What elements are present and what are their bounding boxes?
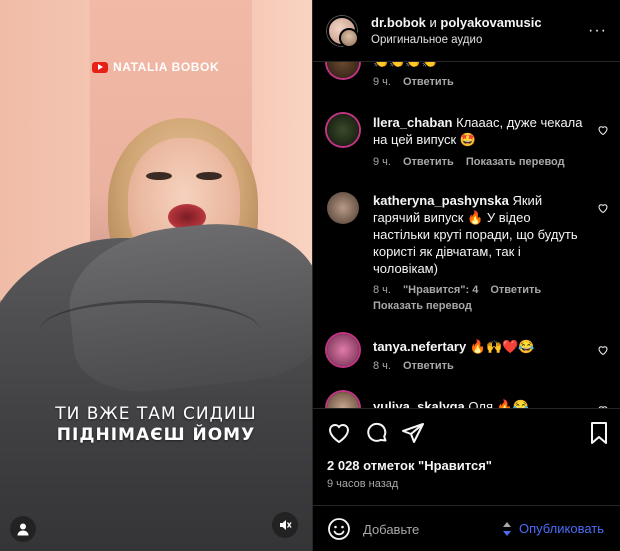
- comment-input[interactable]: [363, 518, 493, 540]
- comment-bubble-icon[interactable]: [365, 421, 389, 445]
- comment-meta: 8 ч. Ответить: [373, 360, 454, 372]
- like-comment-heart-icon[interactable]: [597, 344, 609, 356]
- reply-button[interactable]: Ответить: [403, 360, 454, 372]
- youtube-logo-icon: [92, 61, 108, 73]
- comment-meta-secondary: Показать перевод: [373, 300, 472, 312]
- comment-text: 👏👏👏👏: [373, 62, 585, 69]
- commenter-username[interactable]: yuliya_skalyga: [373, 399, 465, 408]
- video-person-eye: [196, 172, 222, 180]
- speaker-muted-icon: [280, 520, 292, 530]
- video-caption-line1: ТИ ВЖЕ ТАМ СИДИШ: [55, 404, 257, 424]
- like-comment-heart-icon[interactable]: [597, 202, 609, 214]
- comment-age: 9 ч.: [373, 156, 391, 168]
- publish-button[interactable]: Опубликовать: [519, 521, 604, 536]
- more-options-icon[interactable]: ···: [588, 22, 607, 40]
- comment-text: yuliya_skalyga Оля 🔥😂: [373, 398, 585, 408]
- save-bookmark-icon[interactable]: [587, 421, 611, 445]
- show-translation-button[interactable]: Показать перевод: [373, 300, 472, 312]
- commenter-avatar[interactable]: [327, 192, 359, 224]
- like-comment-heart-icon[interactable]: [597, 124, 609, 136]
- reply-button[interactable]: Ответить: [490, 284, 541, 296]
- comments-list[interactable]: 👏👏👏👏 9 ч. Ответить llera_chaban Клааас, …: [313, 62, 620, 408]
- reply-button[interactable]: Ответить: [403, 76, 454, 88]
- comment-age: 8 ч.: [373, 284, 391, 296]
- comment-content: Оля 🔥😂: [468, 399, 529, 408]
- comment-content: 🔥🙌❤️😂: [469, 339, 535, 354]
- reply-button[interactable]: Ответить: [403, 156, 454, 168]
- post-timestamp: 9 часов назад: [327, 478, 399, 490]
- mute-button[interactable]: [272, 512, 298, 538]
- comment-text: llera_chaban Клааас, дуже чекала на цей …: [373, 114, 585, 148]
- commenter-username[interactable]: llera_chaban: [373, 115, 453, 130]
- commenter-avatar[interactable]: [327, 62, 359, 78]
- comment-content: 👏👏👏👏: [373, 62, 438, 68]
- commenter-avatar[interactable]: [327, 114, 359, 146]
- comment-meta: 9 ч. Ответить: [373, 76, 454, 88]
- channel-watermark: NATALIA BOBOK: [92, 60, 219, 74]
- comment-meta: 9 ч. Ответить Показать перевод: [373, 156, 565, 168]
- comment-meta: 8 ч. "Нравится": 4 Ответить: [373, 284, 541, 296]
- comment-age: 9 ч.: [373, 76, 391, 88]
- post-authors: dr.bobok и polyakovamusic: [371, 15, 542, 30]
- commenter-avatar[interactable]: [327, 392, 359, 408]
- comment-text: katheryna_pashynska Який гарячий випуск …: [373, 192, 585, 277]
- comment-age: 8 ч.: [373, 360, 391, 372]
- tagged-users-button[interactable]: [10, 516, 36, 542]
- post-action-bar: [313, 408, 620, 456]
- video-jacket-fold: [40, 300, 260, 360]
- channel-watermark-text: NATALIA BOBOK: [113, 60, 220, 74]
- authors-conjunction: и: [429, 15, 437, 30]
- comment-composer: Опубликовать: [313, 505, 620, 551]
- commenter-username[interactable]: tanya.nefertary: [373, 339, 466, 354]
- video-person-eye: [146, 172, 172, 180]
- commenter-avatar[interactable]: [327, 334, 359, 366]
- author-username[interactable]: dr.bobok: [371, 15, 426, 30]
- video-caption-line2: ПІДНІМАЄШ ЙОМУ: [56, 425, 256, 445]
- commenter-username[interactable]: katheryna_pashynska: [373, 193, 509, 208]
- audio-link[interactable]: Оригинальное аудио: [371, 34, 482, 46]
- comment-like-count[interactable]: "Нравится": 4: [403, 284, 478, 296]
- video-player[interactable]: NATALIA BOBOK ТИ ВЖЕ ТАМ СИДИШ ПІДНІМАЄШ…: [0, 0, 312, 551]
- show-translation-button[interactable]: Показать перевод: [466, 156, 565, 168]
- sort-arrows-icon[interactable]: [501, 521, 513, 537]
- user-icon: [17, 523, 29, 536]
- post-side-panel: dr.bobok и polyakovamusic Оригинальное а…: [312, 0, 620, 551]
- like-heart-icon[interactable]: [327, 421, 351, 445]
- share-paper-plane-icon[interactable]: [401, 421, 425, 445]
- coauthor-avatar[interactable]: [339, 28, 359, 48]
- comment-text: tanya.nefertary 🔥🙌❤️😂: [373, 338, 585, 355]
- coauthor-username[interactable]: polyakovamusic: [440, 15, 541, 30]
- post-header: dr.bobok и polyakovamusic Оригинальное а…: [313, 0, 620, 62]
- emoji-picker-icon[interactable]: [327, 517, 351, 541]
- likes-count[interactable]: 2 028 отметок "Нравится": [327, 458, 492, 473]
